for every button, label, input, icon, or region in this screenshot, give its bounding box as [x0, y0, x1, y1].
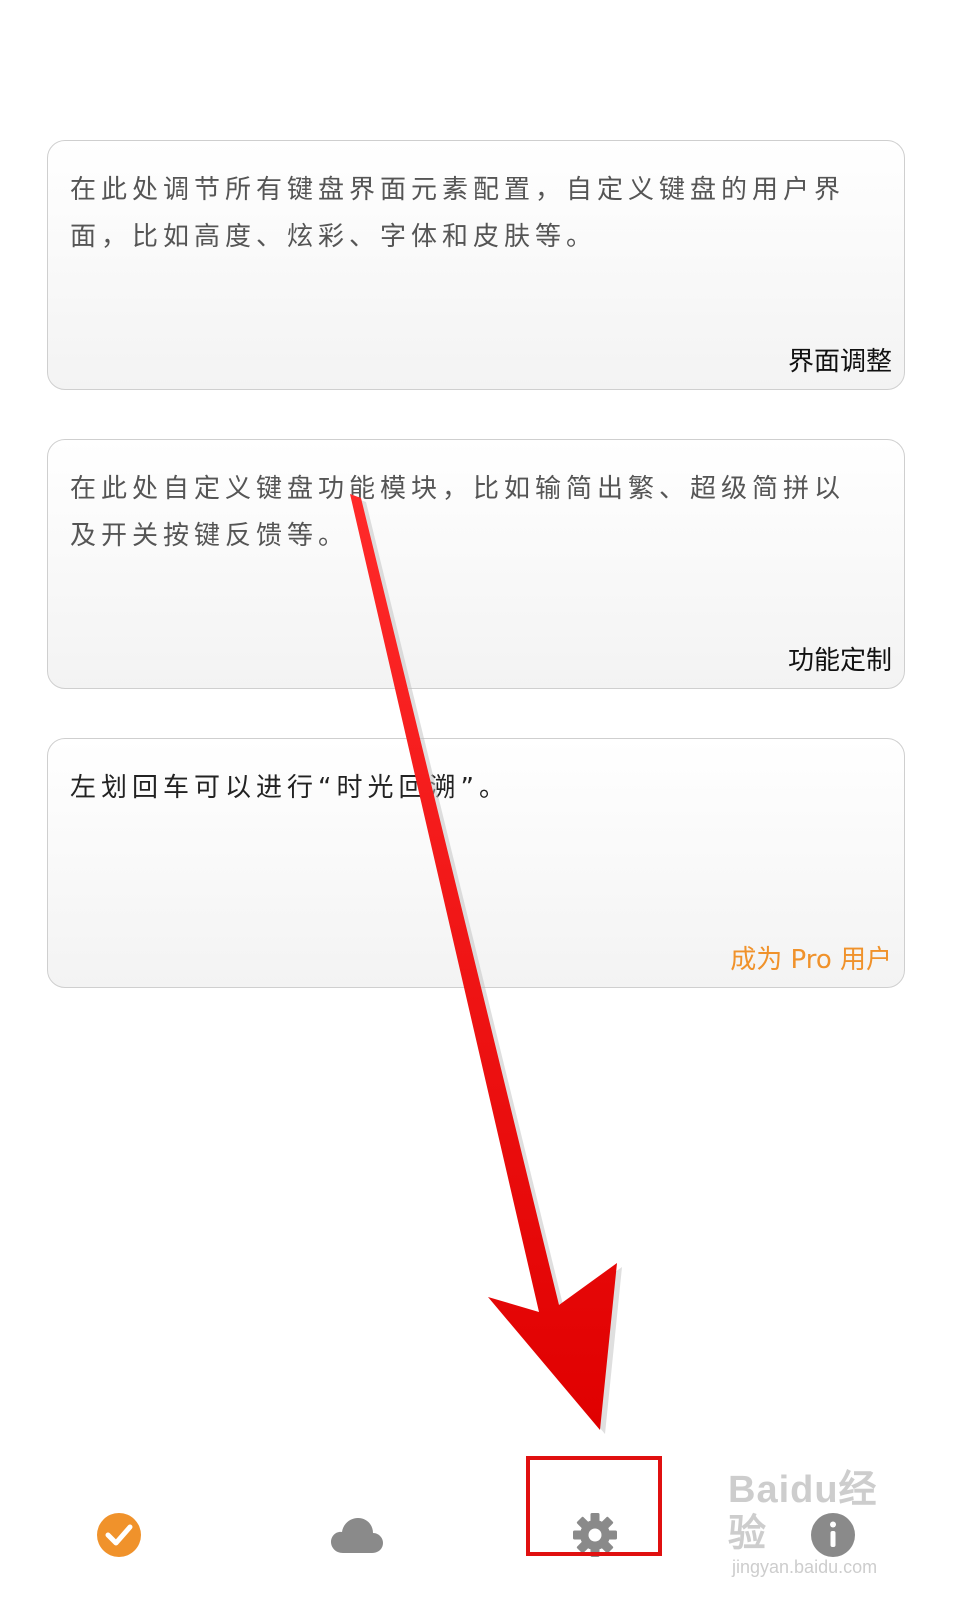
card-interface-settings[interactable]: 在此处调节所有键盘界面元素配置，自定义键盘的用户界面，比如高度、炫彩、字体和皮肤… [47, 140, 905, 390]
card-pro-upgrade[interactable]: 左划回车可以进行“时光回溯”。 成为 Pro 用户 [47, 738, 905, 988]
card-feature-customization[interactable]: 在此处自定义键盘功能模块，比如输简出繁、超级简拼以及开关按键反馈等。 功能定制 [47, 439, 905, 689]
cloud-icon [331, 1518, 383, 1553]
card-description: 在此处自定义键盘功能模块，比如输简出繁、超级简拼以及开关按键反馈等。 [70, 474, 846, 551]
watermark-brand: Baidu经验 [728, 1469, 878, 1555]
watermark-url: jingyan.baidu.com [732, 1557, 878, 1577]
become-pro-button[interactable]: 成为 Pro 用户 [730, 943, 892, 977]
card-description: 在此处调节所有键盘界面元素配置，自定义键盘的用户界面，比如高度、炫彩、字体和皮肤… [70, 175, 846, 252]
tab-cloud[interactable] [302, 1480, 412, 1590]
baidu-watermark: Baidu经验 jingyan.baidu.com [728, 1468, 908, 1577]
interface-adjust-button[interactable]: 界面调整 [788, 345, 892, 379]
card-description: 左划回车可以进行“时光回溯”。 [70, 773, 510, 803]
tab-status[interactable] [64, 1480, 174, 1590]
check-circle-icon [97, 1513, 141, 1557]
settings-tab-highlight [526, 1456, 662, 1556]
app-page: 在此处调节所有键盘界面元素配置，自定义键盘的用户界面，比如高度、炫彩、字体和皮肤… [0, 0, 970, 1600]
feature-customize-button[interactable]: 功能定制 [788, 644, 892, 678]
